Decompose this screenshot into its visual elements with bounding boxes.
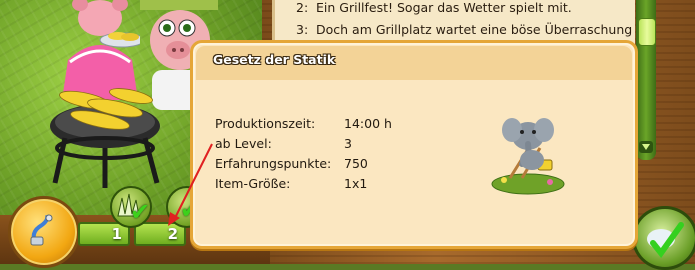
stat-label-item-size: Item-Größe:	[215, 176, 291, 191]
quest-line-3: 3: Doch am Grillplatz wartet eine böse Üb…	[296, 22, 632, 37]
quest-line-number: 2:	[296, 0, 309, 15]
scroll-down-icon[interactable]	[639, 141, 653, 153]
checkmark-icon: ✔	[130, 198, 151, 226]
quest-line-text: Doch am Grillplatz wartet eine böse Über…	[316, 22, 633, 37]
elephant-statue-icon	[491, 118, 565, 195]
grass-checkmark-icon[interactable]: ✔	[110, 186, 152, 228]
annotation-arrow	[168, 143, 213, 226]
completed-quest-badge[interactable]	[632, 206, 695, 270]
quest-line-2: 2: Ein Grillfest! Sogar das Wetter spielt…	[296, 0, 572, 15]
scrollbar-thumb[interactable]	[638, 18, 656, 46]
quest-line-text: Ein Grillfest! Sogar das Wetter spielt m…	[316, 0, 572, 15]
stat-label-production-time: Produktionszeit:	[215, 116, 316, 131]
stat-value-production-time: 14:00 h	[344, 116, 392, 131]
tool-button[interactable]	[8, 196, 80, 268]
elephant-checkmark-icon	[647, 222, 684, 258]
slot-number: 1	[111, 225, 122, 243]
stat-value-xp: 750	[344, 156, 368, 171]
tooltip-title: Gesetz der Statik	[213, 52, 336, 67]
quest-line-number: 3:	[296, 22, 309, 37]
stat-label-level: ab Level:	[215, 136, 272, 151]
stat-label-xp: Erfahrungspunkte:	[215, 156, 332, 171]
stat-value-item-size: 1x1	[344, 176, 368, 191]
stat-value-level: 3	[344, 136, 352, 151]
water-hose-icon	[30, 214, 53, 246]
